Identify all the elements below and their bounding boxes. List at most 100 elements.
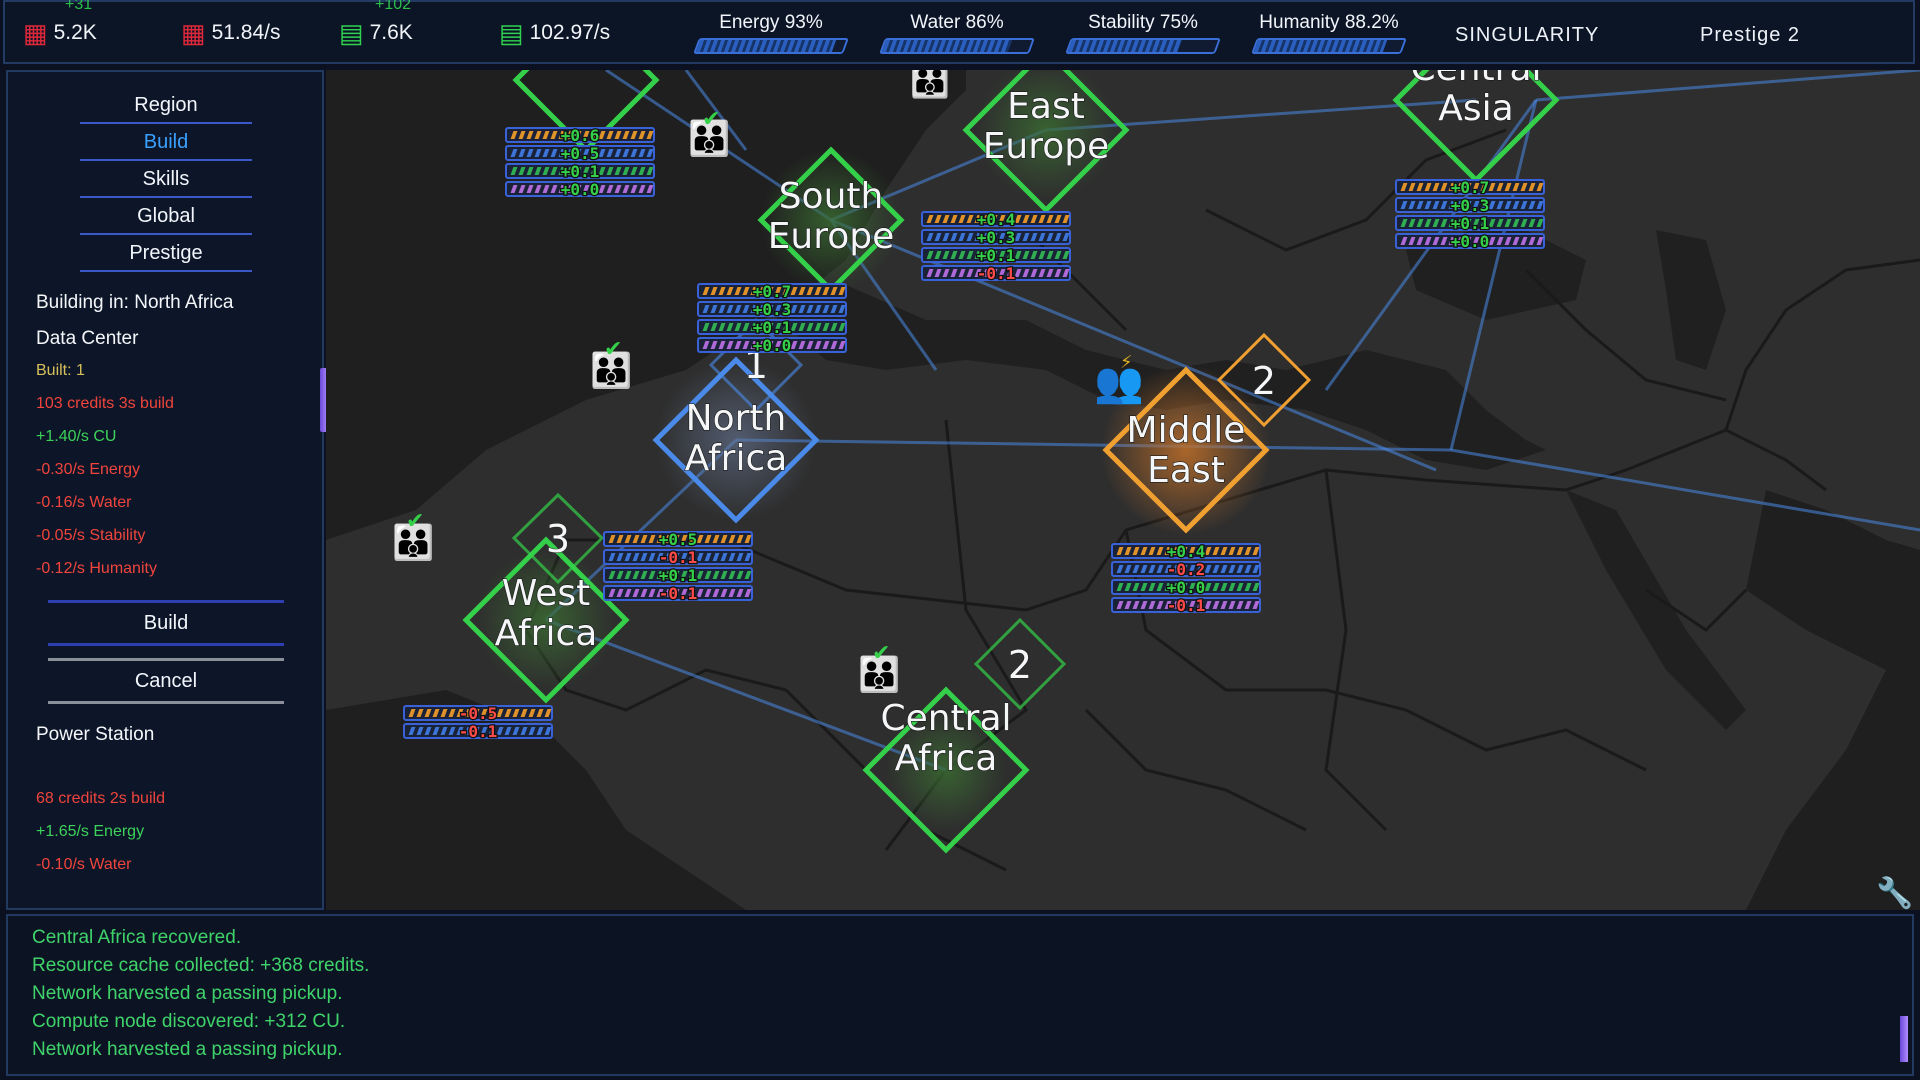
south-europe-stat-value: +0.5 (561, 144, 600, 163)
middle-east-stat-value: +0.4 (1167, 542, 1206, 561)
event-log: Central Africa recovered. Resource cache… (6, 914, 1914, 1076)
cash-plus-icon: ▤ (499, 18, 524, 48)
cu-rate-value: 51.84/s (211, 21, 281, 44)
north-africa-line1: North (686, 398, 787, 439)
svg-text:CentralAfrica: Central Africa (880, 698, 1011, 779)
svg-text:✔: ✔ (872, 641, 890, 666)
red-sea (1566, 490, 1746, 730)
east-europe-stat-value: +0.3 (977, 228, 1016, 247)
cash-icon: ▤ (339, 18, 364, 48)
water-fill (881, 40, 1012, 52)
node-number-2: 2 (1252, 359, 1276, 403)
humanity-label: Humanity 88.2% (1259, 12, 1399, 33)
arabian-sea (1746, 490, 1920, 910)
power-station-energy: +1.65/s Energy (36, 823, 145, 840)
node-number-2b: 2 (1008, 643, 1032, 687)
build-button[interactable]: Build (48, 600, 284, 646)
south-europe-line2: Europe (768, 216, 895, 257)
log-line: Network harvested a passing pickup. (32, 983, 343, 1004)
west-africa-stat-value: -0.5 (459, 704, 498, 723)
building-in-label: Building in: North Africa (36, 292, 234, 313)
power-station-cost: 68 credits 2s build (36, 790, 165, 807)
build-cost: 103 credits 3s build (36, 395, 174, 412)
italy-stat-value: +0.1 (753, 318, 792, 337)
power-station-water: -0.10/s Water (36, 856, 132, 873)
west-africa-line2: Africa (495, 613, 598, 654)
middle-east-stat-value: -0.1 (1167, 596, 1206, 615)
west-africa-stat-value: -0.1 (459, 722, 498, 741)
nav-skills[interactable]: Skills (80, 162, 252, 198)
nav-region[interactable]: Region (80, 88, 252, 124)
node-number-3: 3 (546, 517, 570, 561)
world-map[interactable]: SouthEurope EastEurope CentralAsia North… (326, 70, 1920, 910)
data-center-title[interactable]: Data Center (36, 328, 138, 350)
energy-label: Energy 93% (719, 12, 823, 33)
svg-text:⚡: ⚡ (1120, 352, 1133, 373)
middle-east-line2: East (1147, 450, 1225, 491)
south-europe-stat-value: +0.6 (561, 126, 600, 145)
built-count: Built: 1 (36, 362, 85, 379)
middle-east-line1: Middle (1127, 410, 1246, 451)
nav-prestige[interactable]: Prestige (80, 236, 252, 272)
svg-text:👪: 👪 (910, 70, 950, 100)
east-europe-stat-value: +0.1 (977, 246, 1016, 265)
cu-value: 5.2K (53, 21, 97, 44)
caspian-sea (1656, 230, 1726, 370)
credits-gain-popup: +102 (375, 0, 412, 13)
top-resource-bar: +31 ▦ 5.2K ▦ 51.84/s +102 ▤ 7.6K ▤ 102.9… (3, 0, 1915, 64)
central-asia-stat-value: +0.1 (1451, 214, 1490, 233)
log-line: Central Africa recovered. (32, 927, 242, 948)
central-africa-line2: Africa (895, 738, 998, 779)
east-europe-line2: Europe (983, 126, 1110, 167)
humanity-fill (1253, 40, 1387, 52)
west-africa-line1: West (502, 573, 591, 614)
cancel-button[interactable]: Cancel (48, 658, 284, 704)
svg-text:✔: ✔ (702, 107, 720, 132)
east-europe-stat-value: -0.1 (977, 264, 1016, 283)
south-europe-line1: South (779, 176, 884, 217)
south-europe-stat-value: +0.0 (561, 180, 600, 199)
log-line: Resource cache collected: +368 credits. (32, 955, 370, 976)
mode-label: SINGULARITY (1455, 24, 1600, 46)
people-icon-central-africa: 👪✔ (858, 641, 900, 695)
log-scrollbar[interactable] (1900, 1016, 1908, 1062)
energy-fill (695, 40, 836, 52)
svg-text:✔: ✔ (406, 509, 424, 534)
credits-resource: ▤ 7.6K (339, 20, 413, 46)
italy-stat-value: +0.7 (753, 282, 792, 301)
nav-build[interactable]: Build (80, 125, 252, 161)
stability-fill (1067, 40, 1182, 52)
water-meter: Water 86% (877, 12, 1037, 54)
svg-text:SouthEurope: South Europe (768, 176, 895, 257)
wrench-icon[interactable]: 🔧 (1876, 876, 1913, 911)
prestige-label[interactable]: Prestige 2 (1700, 24, 1800, 47)
svg-text:👥: 👥 (1094, 360, 1144, 406)
stability-label: Stability 75% (1088, 12, 1198, 33)
italy-stat-value: +0.3 (753, 300, 792, 319)
svg-text:NorthAfrica: North Africa (685, 398, 788, 479)
chip-plus-icon: ▦ (181, 18, 206, 48)
stat-cu: +1.40/s CU (36, 428, 117, 445)
middle-east-stat-value: +0.0 (1167, 578, 1206, 597)
water-label: Water 86% (910, 12, 1004, 33)
chip-icon: ▦ (23, 18, 48, 48)
central-asia-stat-value: +0.3 (1451, 196, 1490, 215)
central-asia-stat-value: +0.0 (1451, 232, 1490, 251)
italy-stat-value: +0.0 (753, 336, 792, 355)
east-europe-stat-value: +0.4 (977, 210, 1016, 229)
power-station-title[interactable]: Power Station (36, 724, 154, 746)
credit-rate-resource: ▤ 102.97/s (499, 20, 610, 46)
east-europe-line1: East (1007, 86, 1085, 127)
credit-rate-value: 102.97/s (529, 21, 611, 44)
people-icon-east-europe: 👪 (910, 70, 950, 100)
north-africa-stat-value: -0.1 (659, 548, 698, 567)
people-icon-west-africa: 👪✔ (392, 509, 434, 563)
energy-meter: Energy 93% (691, 12, 851, 54)
nav-global[interactable]: Global (80, 199, 252, 235)
map-canvas[interactable]: SouthEurope EastEurope CentralAsia North… (326, 70, 1920, 910)
log-line: Network harvested a passing pickup. (32, 1039, 343, 1060)
middle-east-stat-value: -0.2 (1167, 560, 1206, 579)
north-africa-stat-value: +0.1 (659, 566, 698, 585)
north-africa-stat-value: -0.1 (659, 584, 698, 603)
north-africa-line2: Africa (685, 438, 788, 479)
